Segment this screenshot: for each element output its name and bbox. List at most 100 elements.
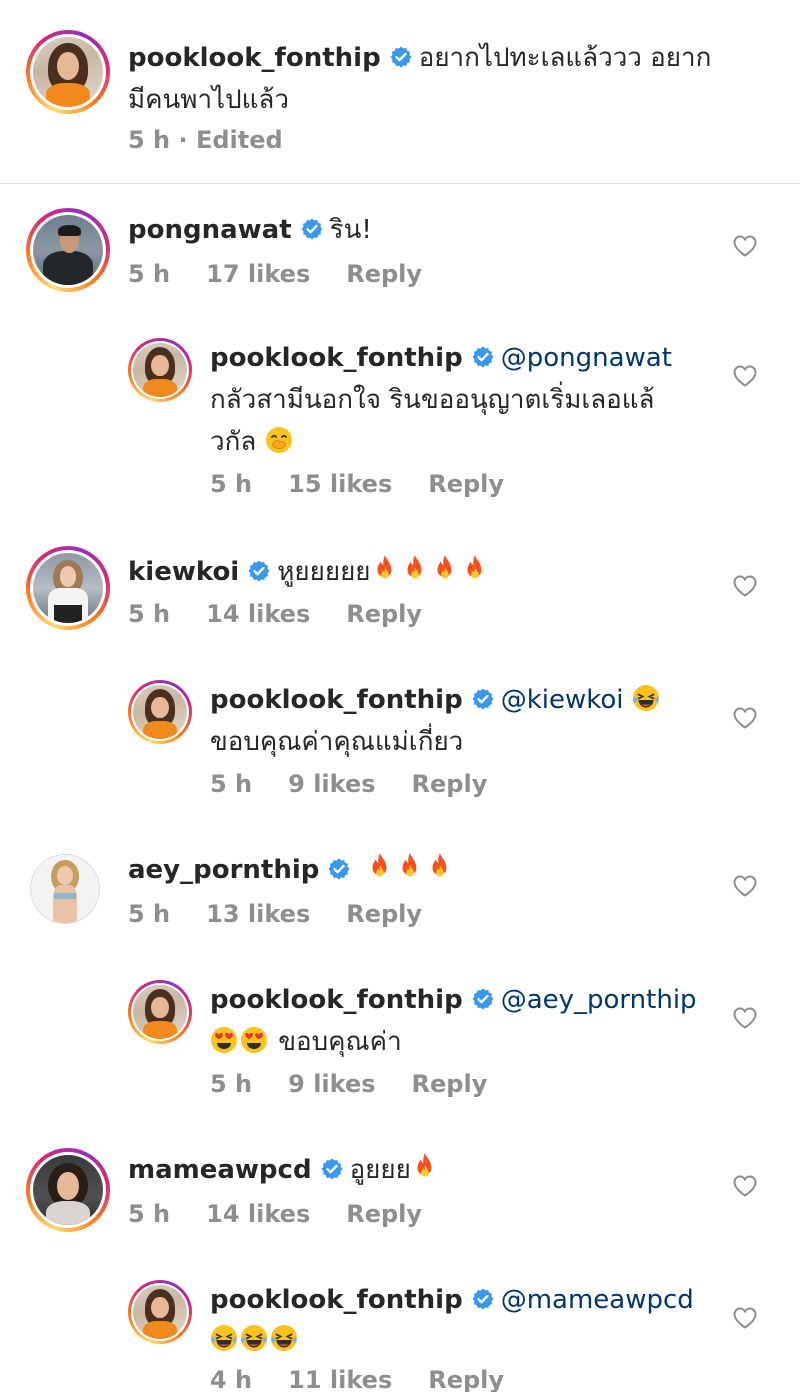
tears-of-joy-emoji — [210, 1324, 238, 1352]
caption-line-1: pooklook_fonthip อยากไปทะเลแล้ววว อยาก — [128, 38, 711, 78]
caption-time: 5 h — [128, 126, 171, 154]
avatar[interactable] — [128, 680, 192, 744]
reply-time: 5 h — [210, 770, 253, 798]
comment-time: 5 h — [128, 1200, 171, 1228]
heart-outline-icon[interactable] — [732, 574, 758, 598]
comment-likes[interactable]: 17 likes — [206, 260, 310, 288]
reply-line-2: ขอบคุณค่า — [210, 1022, 402, 1062]
reply-button[interactable]: Reply — [346, 260, 422, 288]
verified-badge-icon — [320, 1157, 344, 1181]
heart-outline-icon[interactable] — [732, 364, 758, 388]
heart-outline-icon[interactable] — [732, 1006, 758, 1030]
reply-line-1: pooklook_fonthip @kiewkoi — [210, 680, 662, 720]
reply-time: 4 h — [210, 1366, 253, 1392]
reply-username[interactable]: pooklook_fonthip — [210, 685, 463, 715]
reply-button[interactable]: Reply — [428, 1366, 504, 1392]
fire-emoji — [371, 554, 399, 584]
tears-of-joy-emoji — [270, 1324, 298, 1352]
comment-likes[interactable]: 14 likes — [206, 1200, 310, 1228]
reply-likes[interactable]: 9 likes — [288, 1070, 375, 1098]
caption-username[interactable]: pooklook_fonthip — [128, 43, 381, 73]
reply-likes[interactable]: 11 likes — [288, 1366, 392, 1392]
heart-outline-icon[interactable] — [732, 874, 758, 898]
reply-button[interactable]: Reply — [428, 470, 504, 498]
avatar[interactable] — [26, 1148, 110, 1232]
tears-of-joy-emoji — [240, 1324, 268, 1352]
avatar[interactable] — [128, 1280, 192, 1344]
reply-button[interactable]: Reply — [412, 1070, 488, 1098]
comment-time: 5 h — [128, 600, 171, 628]
reply-comment: pooklook_fonthip @aey_pornthip ขอบคุณค่า … — [0, 972, 800, 1102]
caption-text: อยากไปทะเลแล้ววว อยาก — [418, 43, 712, 73]
comment: mameawpcd อูยยย 5 h 14 likes Reply — [0, 1128, 800, 1258]
reply-line-1: pooklook_fonthip @pongnawat — [210, 338, 672, 378]
avatar[interactable] — [128, 338, 192, 402]
reply-username[interactable]: pooklook_fonthip — [210, 1285, 463, 1315]
reply-line-1: pooklook_fonthip @mameawpcd — [210, 1280, 694, 1320]
reply-button[interactable]: Reply — [346, 600, 422, 628]
comment: aey_pornthip 5 h 13 likes Reply — [0, 828, 800, 958]
mention-link[interactable]: @pongnawat — [501, 343, 672, 373]
fire-emoji — [461, 554, 489, 584]
avatar[interactable] — [30, 854, 100, 924]
heart-eyes-emoji — [210, 1026, 238, 1054]
reply-meta: 5 h 9 likes Reply — [210, 770, 523, 798]
reply-username[interactable]: pooklook_fonthip — [210, 985, 463, 1015]
comment-text: หูยยยยย — [277, 557, 371, 587]
comment-username[interactable]: mameawpcd — [128, 1155, 312, 1185]
fire-emoji — [401, 554, 429, 584]
avatar[interactable] — [26, 546, 110, 630]
verified-badge-icon — [300, 217, 324, 241]
reply-likes[interactable]: 15 likes — [288, 470, 392, 498]
reply-meta: 5 h 9 likes Reply — [210, 1070, 523, 1098]
comment-likes[interactable]: 13 likes — [206, 900, 310, 928]
reply-comment: pooklook_fonthip @mameawpcd 4 h 11 likes Re… — [0, 1272, 800, 1392]
comment-line: kiewkoi หูยยยยย — [128, 552, 491, 592]
hand-over-mouth-emoji — [265, 426, 293, 454]
edited-label: Edited — [195, 126, 283, 154]
comment-text: ริน! — [329, 215, 372, 245]
heart-eyes-emoji — [240, 1026, 268, 1054]
comment-meta: 5 h 14 likes Reply — [128, 600, 458, 628]
reply-username[interactable]: pooklook_fonthip — [210, 343, 463, 373]
fire-emoji — [411, 1152, 439, 1182]
heart-outline-icon[interactable] — [732, 1174, 758, 1198]
avatar[interactable] — [26, 30, 110, 114]
mention-link[interactable]: @aey_pornthip — [501, 985, 697, 1015]
comment-likes[interactable]: 14 likes — [206, 600, 310, 628]
fire-emoji — [431, 554, 459, 584]
reply-button[interactable]: Reply — [346, 900, 422, 928]
fire-emoji — [366, 852, 394, 882]
mention-link[interactable]: @mameawpcd — [501, 1285, 694, 1315]
comment-text: อูยยย — [349, 1155, 411, 1185]
verified-badge-icon — [471, 345, 495, 369]
mention-link[interactable]: @kiewkoi — [501, 685, 624, 715]
grinning-squinting-emoji — [632, 684, 660, 712]
comment-meta: 5 h 13 likes Reply — [128, 900, 458, 928]
heart-outline-icon[interactable] — [732, 1306, 758, 1330]
reply-line-3: วกัล — [210, 422, 295, 462]
heart-outline-icon[interactable] — [732, 234, 758, 258]
reply-meta: 5 h 15 likes Reply — [210, 470, 540, 498]
avatar[interactable] — [26, 208, 110, 292]
comment-username[interactable]: kiewkoi — [128, 557, 239, 587]
heart-outline-icon[interactable] — [732, 706, 758, 730]
comment-meta: 5 h 14 likes Reply — [128, 1200, 458, 1228]
reply-time: 5 h — [210, 470, 253, 498]
comment: pongnawat ริน! 5 h 17 likes Reply — [0, 184, 800, 314]
reply-comment: pooklook_fonthip @pongnawat กลัวสามีนอกใจ… — [0, 330, 800, 510]
comment-username[interactable]: pongnawat — [128, 215, 292, 245]
reply-likes[interactable]: 9 likes — [288, 770, 375, 798]
reply-line-2 — [210, 1320, 300, 1360]
caption-meta: 5 h · Edited — [128, 126, 283, 154]
reply-button[interactable]: Reply — [412, 770, 488, 798]
reply-comment: pooklook_fonthip @kiewkoi ขอบคุณค่าคุณแม่… — [0, 672, 800, 802]
reply-button[interactable]: Reply — [346, 1200, 422, 1228]
comment-username[interactable]: aey_pornthip — [128, 855, 319, 885]
post-caption: pooklook_fonthip อยากไปทะเลแล้ววว อยาก มี… — [0, 0, 800, 184]
reply-line-2: กลัวสามีนอกใจ รินขออนุญาตเริ่มเลอแล้ — [210, 385, 655, 415]
reply-text: ขอบคุณค่า — [278, 1027, 402, 1057]
avatar[interactable] — [128, 980, 192, 1044]
verified-badge-icon — [471, 687, 495, 711]
comment-line: pongnawat ริน! — [128, 210, 372, 250]
